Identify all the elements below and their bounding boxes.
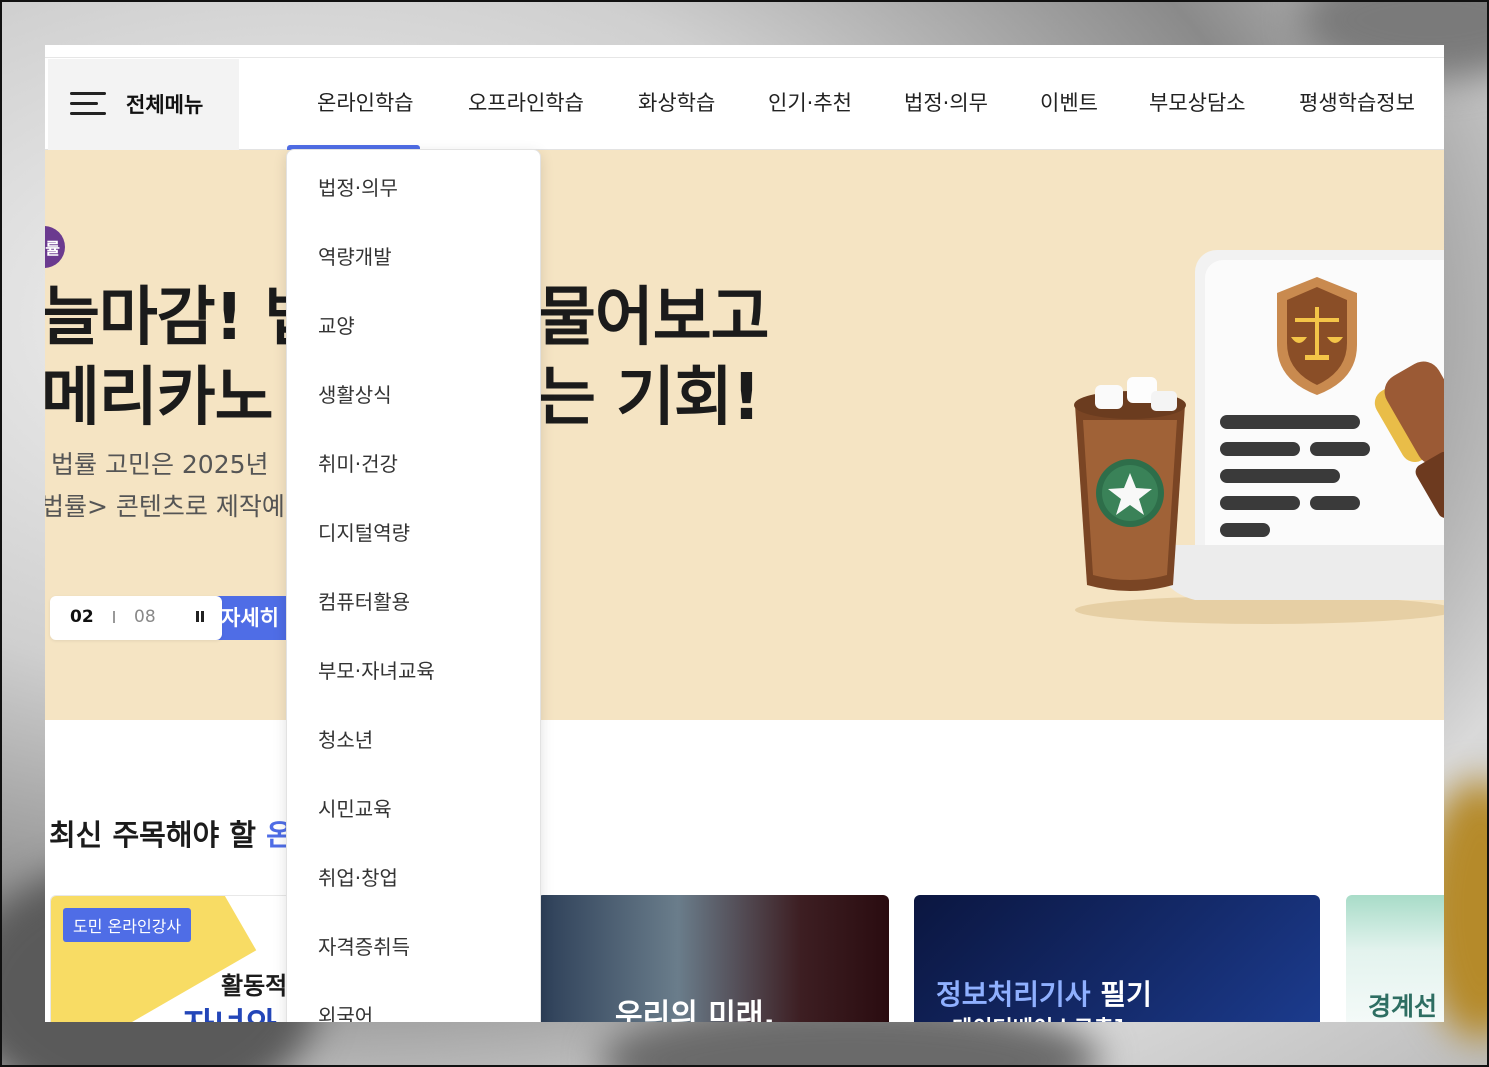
online-learning-submenu: 법정·의무 역량개발 교양 생활상식 취미·건강 디지털역량 컴퓨터활용 부모·… [286,149,541,1022]
slide-pager: 02 08 [50,596,222,640]
submenu-item-foreign-language[interactable]: 외국어 [318,1000,373,1022]
course-card[interactable]: 도민 온라인강사 활동적 자녀와 [50,895,300,1022]
hero-banner: 률 늘마감! 법 메리카노 물어보고 는 기회! 법률 고민은 2025년 법률… [45,150,1444,720]
coffee-legal-illustration [1074,250,1444,624]
submenu-item-digital[interactable]: 디지털역량 [318,517,410,546]
nav-item-online-learning[interactable]: 온라인학습 [317,87,414,117]
card-subtitle: 데이터베이스구축] [952,1011,1124,1022]
hero-subtitle-line2: 법률> 콘텐츠로 제작예정 [45,492,308,521]
submenu-item-hobby-health[interactable]: 취미·건강 [318,448,398,477]
nav-item-legal[interactable]: 법정·의무 [904,87,988,117]
submenu-item-youth[interactable]: 청소년 [318,724,373,753]
course-card[interactable]: 우리의 미래, [537,895,889,1022]
nav-item-lifelong-info[interactable]: 평생학습정보 [1299,87,1415,117]
browser-window: 전체메뉴 온라인학습 오프라인학습 화상학습 인기·추천 법정·의무 이벤트 부… [45,45,1444,1022]
category-badge: 률 [45,226,65,268]
card-title-line2: 자녀와 [183,998,277,1022]
pause-icon[interactable] [194,611,206,625]
pager-total: 08 [134,607,156,627]
card-title: 경계선 [1368,992,1438,1021]
hero-subtitle-line1: 법률 고민은 2025년 [51,450,269,479]
course-card[interactable]: 경계선 [1346,895,1444,1022]
pager-current: 02 [70,607,94,627]
submenu-item-parenting[interactable]: 부모·자녀교육 [318,655,435,684]
submenu-item-computer[interactable]: 컴퓨터활용 [318,586,410,615]
submenu-item-legal[interactable]: 법정·의무 [318,172,398,201]
section-title: 최신 주목해야 할 온 [49,818,293,852]
hero-title-line2-right: 는 기회! [537,361,761,435]
submenu-item-liberal-arts[interactable]: 교양 [318,310,355,339]
pager-divider [113,611,115,623]
card-title-line1: 활동적 [221,972,288,1000]
nav-item-video-learning[interactable]: 화상학습 [638,87,715,117]
submenu-item-life-tips[interactable]: 생활상식 [318,379,392,408]
hero-title-line1-right: 물어보고 [537,281,770,355]
card-title: 정보처리기사 필기 [936,978,1152,1011]
card-title: 우리의 미래, [615,998,775,1022]
top-strip [45,45,1444,58]
hero-title-line1: 늘마감! 법 [45,281,323,355]
submenu-item-competency[interactable]: 역량개발 [318,241,392,270]
submenu-item-certification[interactable]: 자격증취득 [318,931,410,960]
nav-item-popular[interactable]: 인기·추천 [768,87,852,117]
course-card[interactable]: 정보처리기사 필기 데이터베이스구축] [914,895,1320,1022]
submenu-item-employment[interactable]: 취업·창업 [318,862,398,891]
hamburger-icon [70,88,106,118]
all-menu-label: 전체메뉴 [126,93,204,117]
hero-title-line2: 메리카노 [45,361,274,435]
main-navigation: 전체메뉴 온라인학습 오프라인학습 화상학습 인기·추천 법정·의무 이벤트 부… [45,59,1444,150]
nav-item-parent-counsel[interactable]: 부모상담소 [1149,87,1246,117]
all-menu-button[interactable]: 전체메뉴 [48,59,239,150]
card-tag: 도민 온라인강사 [63,908,192,942]
submenu-item-civic[interactable]: 시민교육 [318,793,392,822]
nav-item-event[interactable]: 이벤트 [1040,87,1098,117]
nav-item-offline-learning[interactable]: 오프라인학습 [468,87,584,117]
